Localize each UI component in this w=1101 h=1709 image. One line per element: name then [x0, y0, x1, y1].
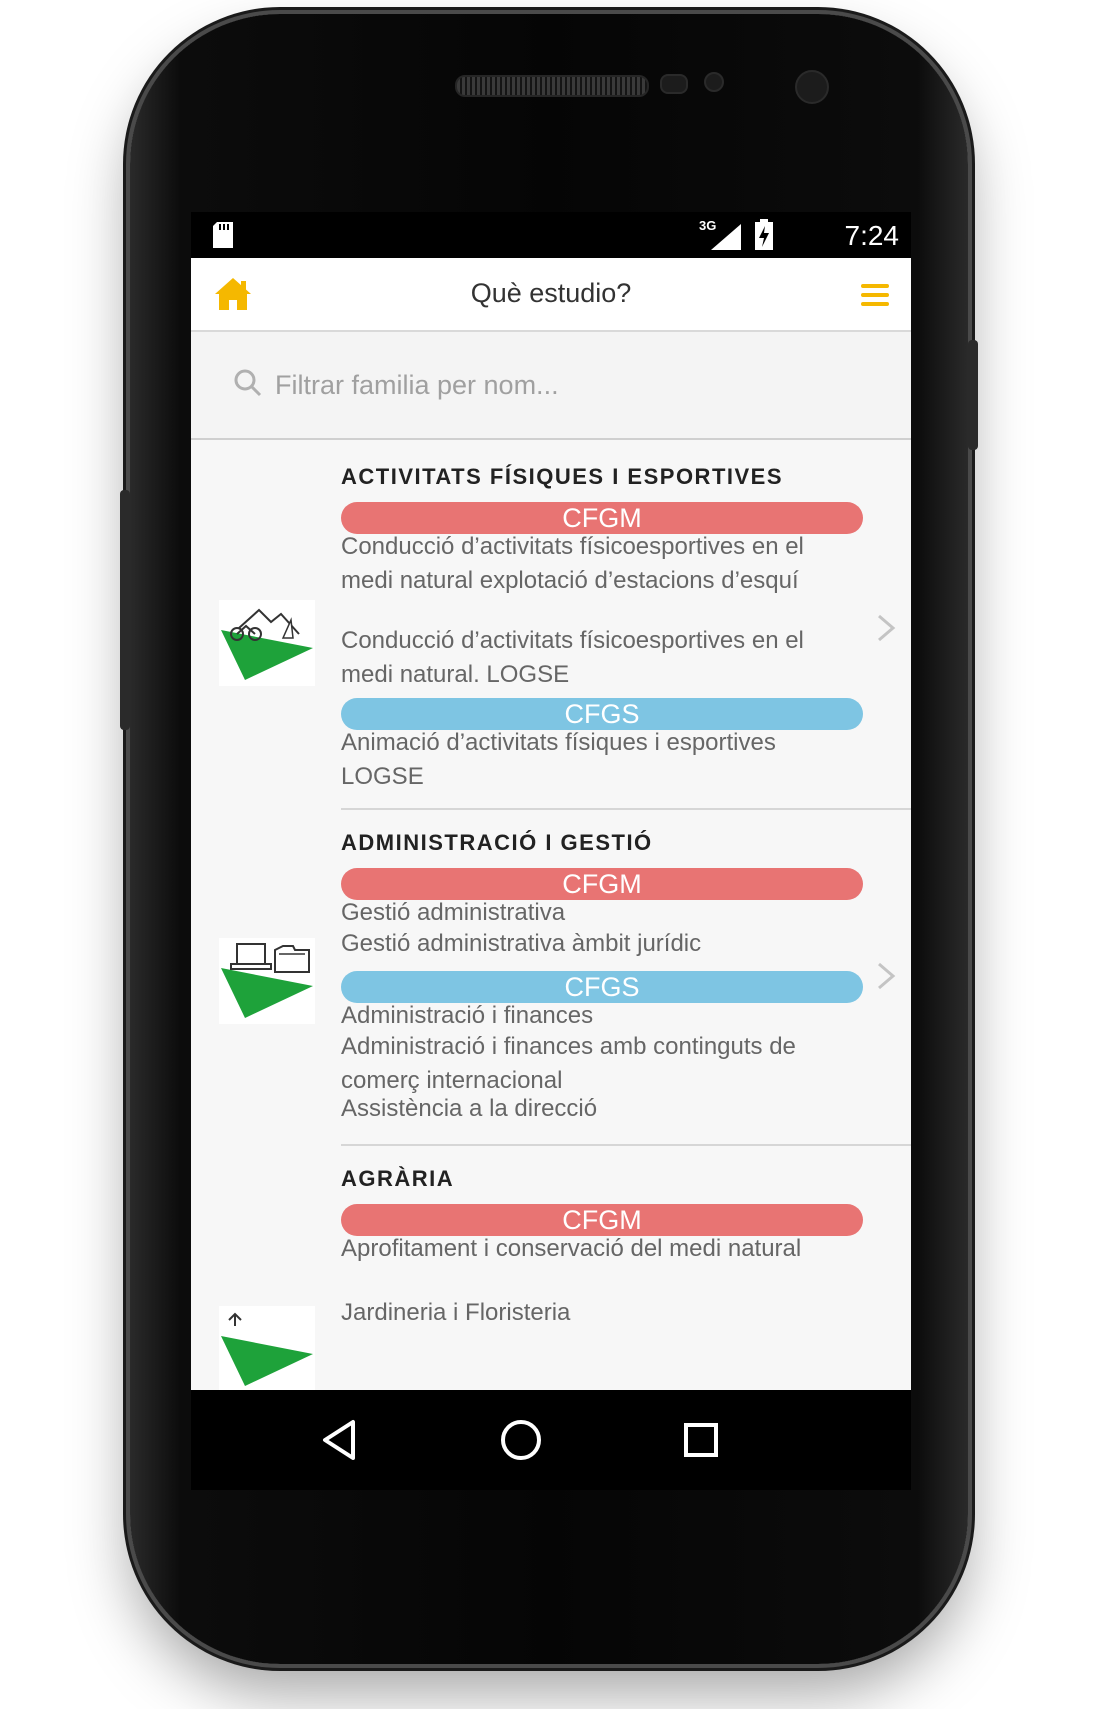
page-title: Què estudio?	[470, 278, 632, 308]
phone-side-button-left	[120, 490, 130, 730]
recent-apps-icon[interactable]	[677, 1416, 725, 1464]
phone-screen: 3G 7:24 Què estudio? Filtrar familia per…	[191, 212, 911, 1490]
administration-family-icon	[219, 938, 315, 1024]
menu-icon[interactable]	[859, 282, 891, 308]
course-item: Gestió administrativa àmbit jurídic	[341, 930, 702, 957]
search-input[interactable]	[273, 362, 837, 408]
home-circle-icon[interactable]	[497, 1416, 545, 1464]
course-item: Assistència a la direcció	[341, 1095, 598, 1122]
navigation-bar	[191, 1390, 911, 1490]
search-icon	[234, 369, 262, 397]
phone-front-camera	[795, 70, 829, 104]
sd-card-icon	[213, 222, 233, 248]
course-item: Gestió administrativa	[341, 899, 566, 926]
course-item: Administració i finances	[341, 1002, 594, 1029]
course-item: Conducció d’activitats físicoesportives …	[341, 533, 804, 594]
back-icon[interactable]	[317, 1416, 365, 1464]
family-title: ADMINISTRACIÓ I GESTIÓ	[341, 830, 653, 855]
phone-sensor-dot	[704, 72, 724, 92]
chevron-right-icon	[878, 614, 896, 642]
sports-family-icon	[219, 600, 315, 686]
signal-icon	[711, 224, 741, 250]
phone-speaker	[455, 75, 649, 97]
phone-sensor	[660, 74, 688, 94]
agriculture-family-icon	[219, 1306, 315, 1392]
chevron-right-icon	[878, 962, 896, 990]
family-list: ACTIVITATS FÍSIQUES I ESPORTIVES CFGM Co…	[191, 440, 911, 1490]
course-item: Jardineria i Floristeria	[341, 1299, 571, 1326]
course-item: Conducció d’activitats físicoesportives …	[341, 627, 804, 688]
family-title: ACTIVITATS FÍSIQUES I ESPORTIVES	[341, 464, 784, 489]
status-bar: 3G 7:24	[191, 212, 911, 258]
battery-icon	[755, 219, 773, 250]
list-item-administracio[interactable]: ADMINISTRACIÓ I GESTIÓ CFGM Gestió admin…	[191, 810, 911, 1146]
phone-side-button-right	[968, 340, 978, 450]
family-title: AGRÀRIA	[341, 1166, 455, 1191]
course-item: Aprofitament i conservació del medi natu…	[341, 1235, 802, 1262]
list-item-activitats[interactable]: ACTIVITATS FÍSIQUES I ESPORTIVES CFGM Co…	[191, 440, 911, 836]
app-bar: Què estudio?	[191, 258, 911, 332]
course-item: Administració i finances amb continguts …	[341, 1033, 796, 1094]
status-time: 7:24	[844, 220, 900, 251]
course-item: Animació d’activitats físiques i esporti…	[341, 729, 776, 790]
search-bar	[191, 332, 911, 440]
